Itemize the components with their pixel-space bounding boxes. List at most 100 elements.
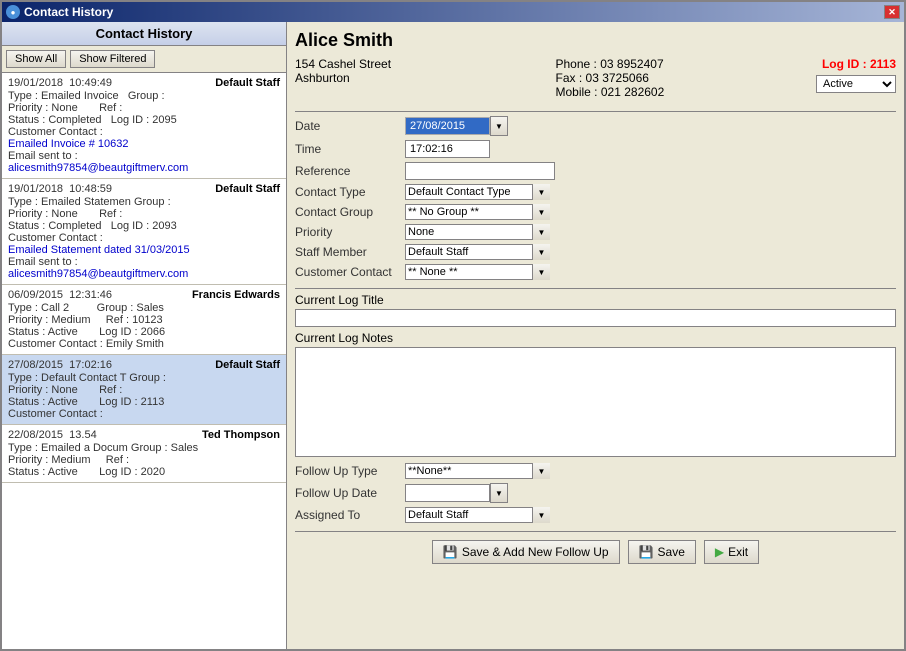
contact-name: Alice Smith	[295, 30, 896, 51]
log-staff: Ted Thompson	[202, 429, 280, 441]
divider-2	[295, 288, 896, 289]
log-date: 06/09/2015 12:31:46	[8, 289, 112, 301]
status-select[interactable]: Active Inactive	[816, 75, 896, 93]
save-button[interactable]: 💾 Save	[628, 540, 696, 564]
log-date: 22/08/2015 13.54	[8, 429, 97, 441]
window-title: Contact History	[24, 5, 113, 19]
log-priority: Priority : None Ref :	[8, 102, 280, 114]
fax-value: 03 3725066	[586, 71, 649, 85]
contact-type-select[interactable]: Default Contact Type	[405, 184, 550, 200]
log-notes-label: Current Log Notes	[295, 331, 896, 345]
list-item[interactable]: 19/01/2018 10:48:59 Default Staff Type :…	[2, 179, 286, 285]
save-add-follow-up-button[interactable]: 💾 Save & Add New Follow Up	[432, 540, 620, 564]
log-priority: Priority : None Ref :	[8, 384, 280, 396]
assigned-to-wrapper: Default Staff ▼	[405, 507, 550, 523]
show-filtered-button[interactable]: Show Filtered	[70, 50, 155, 68]
log-note-3: alicesmith97854@beautgiftmerv.com	[8, 162, 280, 174]
log-note-3: alicesmith97854@beautgiftmerv.com	[8, 268, 280, 280]
customer-contact-label: Customer Contact	[295, 265, 405, 279]
customer-contact-row: Customer Contact ** None ** Emily Smith …	[295, 264, 896, 280]
contact-type-label: Contact Type	[295, 185, 405, 199]
contact-phones: Phone : 03 8952407 Fax : 03 3725066 Mobi…	[556, 57, 817, 99]
assigned-to-label: Assigned To	[295, 508, 405, 522]
staff-member-select[interactable]: Default Staff Francis Edwards Ted Thomps…	[405, 244, 550, 260]
contact-group-label: Contact Group	[295, 205, 405, 219]
followup-date-label: Follow Up Date	[295, 486, 405, 500]
address-line2: Ashburton	[295, 71, 556, 85]
followup-date-input[interactable]	[405, 484, 490, 502]
log-date: 19/01/2018 10:49:49	[8, 77, 112, 89]
time-row: Time	[295, 140, 896, 158]
log-date: 27/08/2015 17:02:16	[8, 359, 112, 371]
divider-1	[295, 111, 896, 112]
phone-info: Phone : 03 8952407	[556, 57, 817, 71]
reference-row: Reference	[295, 162, 896, 180]
list-item[interactable]: 06/09/2015 12:31:46 Francis Edwards Type…	[2, 285, 286, 355]
followup-date-row: Follow Up Date ▼	[295, 483, 896, 503]
date-input[interactable]	[405, 117, 490, 135]
log-notes-textarea[interactable]	[295, 347, 896, 457]
priority-label: Priority	[295, 225, 405, 239]
date-label: Date	[295, 119, 405, 133]
bottom-buttons: 💾 Save & Add New Follow Up 💾 Save ▶ Exit	[295, 531, 896, 568]
list-item[interactable]: 22/08/2015 13.54 Ted Thompson Type : Ema…	[2, 425, 286, 483]
log-priority: Priority : Medium Ref : 10123	[8, 314, 280, 326]
log-customer-contact: Customer Contact : Emily Smith	[8, 338, 280, 350]
app-icon: ●	[6, 5, 20, 19]
right-panel: Alice Smith 154 Cashel Street Ashburton …	[287, 22, 904, 649]
log-status: Status : Active Log ID : 2066	[8, 326, 280, 338]
mobile-label: Mobile :	[556, 85, 598, 99]
contact-logid: Log ID : 2113 Active Inactive	[816, 57, 896, 93]
log-title-input[interactable]	[295, 309, 896, 327]
save-add-icon: 💾	[443, 545, 458, 559]
close-button[interactable]: ✕	[884, 5, 900, 19]
date-picker-button[interactable]: ▼	[490, 116, 508, 136]
time-label: Time	[295, 142, 405, 156]
save-label: Save	[658, 545, 685, 559]
log-list: 19/01/2018 10:49:49 Default Staff Type :…	[2, 73, 286, 649]
main-content: Contact History Show All Show Filtered 1…	[2, 22, 904, 649]
exit-icon: ▶	[715, 545, 724, 559]
list-item[interactable]: 27/08/2015 17:02:16 Default Staff Type :…	[2, 355, 286, 425]
log-status: Status : Active Log ID : 2020	[8, 466, 280, 478]
show-all-button[interactable]: Show All	[6, 50, 66, 68]
contact-type-wrapper: Default Contact Type ▼	[405, 184, 550, 200]
date-row: Date ▼	[295, 116, 896, 136]
title-bar-buttons: ✕	[884, 5, 900, 19]
staff-member-wrapper: Default Staff Francis Edwards Ted Thomps…	[405, 244, 550, 260]
customer-contact-wrapper: ** None ** Emily Smith ▼	[405, 264, 550, 280]
phone-label: Phone :	[556, 57, 597, 71]
assigned-to-select[interactable]: Default Staff	[405, 507, 550, 523]
contact-address: 154 Cashel Street Ashburton	[295, 57, 556, 85]
followup-type-select[interactable]: **None**	[405, 463, 550, 479]
log-title-label: Current Log Title	[295, 293, 896, 307]
followup-date-picker-button[interactable]: ▼	[490, 483, 508, 503]
title-bar: ● Contact History ✕	[2, 2, 904, 22]
main-window: ● Contact History ✕ Contact History Show…	[0, 0, 906, 651]
customer-contact-select[interactable]: ** None ** Emily Smith	[405, 264, 550, 280]
log-customer-contact: Customer Contact :	[8, 126, 280, 138]
time-input[interactable]	[405, 140, 490, 158]
reference-input[interactable]	[405, 162, 555, 180]
log-type: Type : Emailed Statemen Group :	[8, 196, 280, 208]
log-priority: Priority : None Ref :	[8, 208, 280, 220]
log-id-label: Log ID : 2113	[816, 57, 896, 71]
followup-type-row: Follow Up Type **None** ▼	[295, 463, 896, 479]
list-item[interactable]: 19/01/2018 10:49:49 Default Staff Type :…	[2, 73, 286, 179]
left-panel: Contact History Show All Show Filtered 1…	[2, 22, 287, 649]
left-panel-title: Contact History	[6, 26, 282, 41]
exit-button[interactable]: ▶ Exit	[704, 540, 759, 564]
priority-select[interactable]: None Low Medium High	[405, 224, 550, 240]
log-staff: Default Staff	[215, 183, 280, 195]
phone-value: 03 8952407	[600, 57, 663, 71]
log-note-2: Email sent to :	[8, 256, 280, 268]
fax-info: Fax : 03 3725066	[556, 71, 817, 85]
followup-type-label: Follow Up Type	[295, 464, 405, 478]
followup-section: Follow Up Type **None** ▼ Follow Up Date…	[295, 463, 896, 527]
address-line1: 154 Cashel Street	[295, 57, 556, 71]
followup-type-wrapper: **None** ▼	[405, 463, 550, 479]
assigned-to-row: Assigned To Default Staff ▼	[295, 507, 896, 523]
mobile-value: 021 282602	[601, 85, 664, 99]
log-customer-contact: Customer Contact :	[8, 408, 280, 420]
contact-group-select[interactable]: ** No Group **	[405, 204, 550, 220]
